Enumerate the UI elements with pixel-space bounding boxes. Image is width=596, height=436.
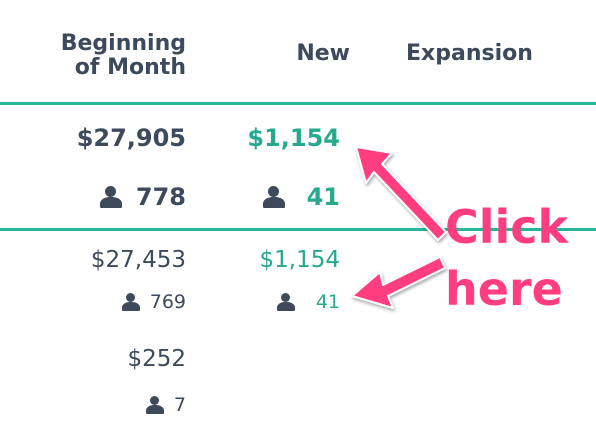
row1-new-customers-count: 41 [315, 291, 340, 313]
annotation-line2: here [445, 262, 563, 316]
column-header-beginning-of-month[interactable]: Beginning of Month [61, 32, 186, 80]
person-icon [276, 293, 295, 311]
arrow-lower-icon [351, 256, 446, 309]
header-divider [0, 102, 596, 105]
column-header-expansion[interactable]: Expansion [406, 42, 533, 66]
row1-beginning-amount[interactable]: $27,453 [91, 247, 186, 273]
click-here-annotation: Click here [445, 196, 568, 320]
row1-new-amount[interactable]: $1,154 [260, 247, 340, 273]
row1-beginning-customers[interactable]: 769 [121, 290, 186, 314]
total-beginning-amount[interactable]: $27,905 [77, 124, 186, 152]
person-icon [121, 293, 140, 311]
total-beginning-customers-count: 778 [135, 183, 186, 211]
row1-new-customers[interactable]: 41 [276, 290, 340, 314]
total-new-customers-count: 41 [306, 183, 340, 211]
person-icon [99, 186, 122, 208]
annotation-line1: Click [445, 200, 569, 254]
total-beginning-customers[interactable]: 778 [99, 182, 186, 212]
row2-beginning-customers[interactable]: 7 [145, 393, 186, 417]
row2-beginning-amount[interactable]: $252 [127, 346, 186, 372]
row1-beginning-customers-count: 769 [149, 291, 186, 313]
total-new-amount[interactable]: $1,154 [247, 124, 340, 152]
arrow-upper-icon [355, 146, 447, 241]
column-header-new[interactable]: New [296, 42, 350, 66]
column-header-beginning-line2: of Month [74, 55, 186, 80]
person-icon [145, 396, 164, 414]
row2-beginning-customers-count: 7 [173, 394, 186, 416]
total-new-customers[interactable]: 41 [262, 182, 340, 212]
column-header-beginning-line1: Beginning [60, 31, 186, 56]
person-icon [262, 186, 285, 208]
